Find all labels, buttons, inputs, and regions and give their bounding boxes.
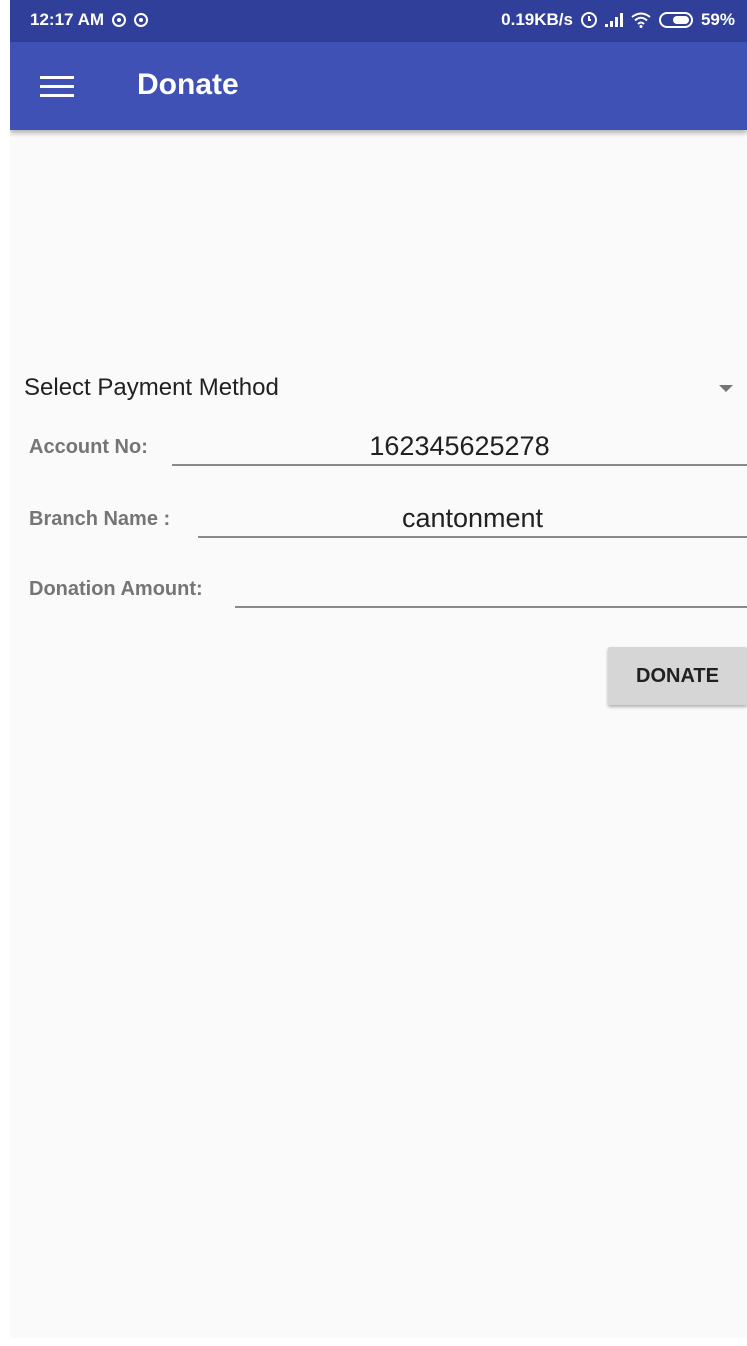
app-bar: Donate	[10, 42, 747, 130]
wifi-icon	[631, 12, 651, 28]
page-title: Donate	[137, 68, 239, 101]
status-left: 12:17 AM	[30, 10, 149, 30]
branch-name-input[interactable]	[198, 500, 747, 538]
branch-name-label: Branch Name :	[29, 508, 171, 530]
status-time: 12:17 AM	[30, 10, 105, 29]
payment-method-select[interactable]: Select Payment Method	[24, 370, 733, 410]
dropdown-arrow-icon	[719, 385, 733, 392]
payment-method-label: Select Payment Method	[24, 374, 279, 401]
notification-icon	[134, 13, 149, 27]
status-bar: 12:17 AM 0.19KB/s 59%	[10, 0, 747, 42]
notification-icon	[112, 13, 127, 27]
menu-icon[interactable]	[40, 76, 74, 98]
donate-button[interactable]: DONATE	[608, 647, 747, 705]
battery-percent: 59%	[700, 10, 735, 29]
alarm-icon	[580, 12, 597, 28]
donation-amount-label: Donation Amount:	[29, 578, 203, 600]
donate-screen: 12:17 AM 0.19KB/s 59% Donate Select Paym…	[10, 0, 747, 1338]
account-no-label: Account No:	[29, 436, 148, 458]
signal-icon	[604, 13, 623, 27]
battery-icon	[658, 12, 693, 28]
network-speed: 0.19KB/s	[501, 10, 573, 29]
account-no-input[interactable]	[172, 428, 747, 466]
status-right: 0.19KB/s 59%	[501, 10, 735, 30]
donation-amount-input[interactable]	[235, 570, 747, 608]
